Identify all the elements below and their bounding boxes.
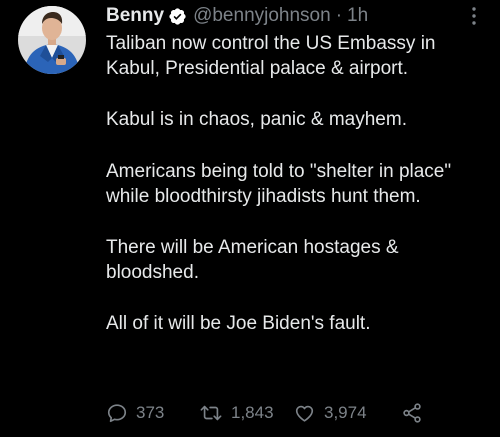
- author-name[interactable]: Benny: [106, 3, 164, 29]
- verified-badge-icon: [168, 7, 187, 26]
- author-handle[interactable]: @bennyjohnson: [193, 3, 331, 29]
- share-icon: [401, 402, 423, 424]
- reply-button[interactable]: 373: [106, 402, 199, 424]
- share-button[interactable]: [401, 402, 423, 424]
- tweet-paragraph: All of it will be Joe Biden's fault.: [106, 313, 371, 335]
- reply-count: 373: [136, 403, 165, 422]
- timestamp[interactable]: 1h: [347, 3, 368, 29]
- reply-icon: [106, 402, 128, 424]
- tweet-paragraph: Americans being told to "shelter in plac…: [106, 160, 452, 207]
- retweet-icon: [199, 402, 223, 424]
- header-separator: ·: [335, 5, 343, 26]
- like-count: 3,974: [324, 403, 367, 422]
- retweet-count: 1,843: [231, 403, 274, 422]
- tweet-paragraph: Kabul is in chaos, panic & mayhem.: [106, 109, 407, 131]
- tweet-body: Taliban now control the US Embassy in Ka…: [106, 31, 492, 337]
- heart-icon: [293, 402, 316, 424]
- retweet-button[interactable]: 1,843: [199, 402, 293, 424]
- tweet: Benny @bennyjohnson · 1h Taliban now con…: [0, 0, 500, 437]
- avatar[interactable]: [18, 6, 86, 74]
- more-options-icon[interactable]: [462, 4, 486, 28]
- tweet-actions: 373 1,843 3,974: [106, 400, 423, 426]
- tweet-paragraph: Taliban now control the US Embassy in Ka…: [106, 33, 436, 80]
- tweet-paragraph: There will be American hostages & bloods…: [106, 237, 399, 284]
- like-button[interactable]: 3,974: [293, 402, 401, 424]
- avatar-image: [18, 6, 86, 74]
- tweet-header: Benny @bennyjohnson · 1h: [106, 3, 368, 29]
